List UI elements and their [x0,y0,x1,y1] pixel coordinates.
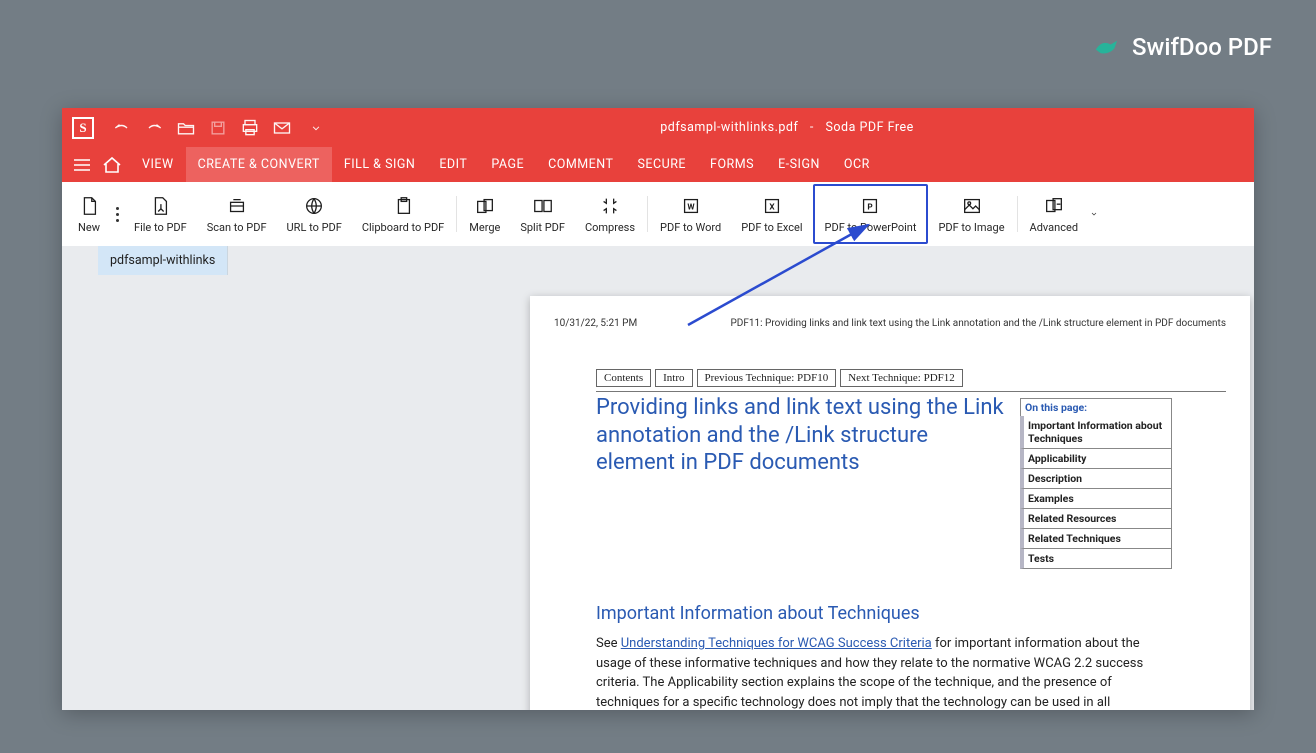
new-button[interactable]: New [68,184,110,244]
box-item[interactable]: Description [1020,469,1172,489]
document-tab[interactable]: pdfsampl-withlinks [98,246,228,275]
swifdoo-watermark: SwifDoo PDF [1092,32,1272,62]
ribbon-dropdown-icon[interactable] [1088,184,1100,244]
pdf-to-image-button[interactable]: PDF to Image [928,184,1014,244]
menu-secure[interactable]: SECURE [625,147,698,182]
doc-h2: Important Information about Techniques [596,603,1226,624]
undo-icon[interactable] [112,118,132,138]
box-item[interactable]: Related Techniques [1020,529,1172,549]
window-title: pdfsampl-withlinks.pdf - Soda PDF Free [330,120,1244,135]
box-item[interactable]: Related Resources [1020,509,1172,529]
advanced-button[interactable]: Advanced [1020,184,1088,244]
box-item[interactable]: Important Information about Techniques [1020,416,1172,449]
menu-create-convert[interactable]: CREATE & CONVERT [186,147,332,182]
menu-fill-sign[interactable]: FILL & SIGN [332,147,428,182]
menu-edit[interactable]: EDIT [427,147,479,182]
doc-paragraph: See Understanding Techniques for WCAG Su… [596,634,1156,710]
hamburger-icon[interactable] [70,153,94,177]
url-to-pdf-button[interactable]: URL to PDF [277,184,352,244]
open-icon[interactable] [176,118,196,138]
workspace: 10/31/22, 5:21 PM PDF11: Providing links… [62,275,1254,710]
menu-view[interactable]: VIEW [130,147,186,182]
tab-strip: pdfsampl-withlinks [62,246,1254,275]
menu-comment[interactable]: COMMENT [536,147,625,182]
print-icon[interactable] [240,118,260,138]
doc-header: PDF11: Providing links and link text usi… [730,318,1226,329]
clipboard-to-pdf-button[interactable]: Clipboard to PDF [352,184,454,244]
compress-button[interactable]: Compress [575,184,645,244]
doc-nav-row: Contents Intro Previous Technique: PDF10… [596,369,1226,387]
nav-next[interactable]: Next Technique: PDF12 [840,369,963,387]
pdf-to-word-button[interactable]: WPDF to Word [650,184,731,244]
doc-timestamp: 10/31/22, 5:21 PM [554,318,637,329]
menubar: VIEW CREATE & CONVERT FILL & SIGN EDIT P… [62,147,1254,182]
save-icon[interactable] [208,118,228,138]
titlebar-dropdown-icon[interactable] [304,118,324,138]
titlebar: S pdfsampl-withlinks.pdf - Soda PDF Free [62,108,1254,147]
home-icon[interactable] [100,153,124,177]
box-item[interactable]: Tests [1020,549,1172,569]
document-viewer[interactable]: 10/31/22, 5:21 PM PDF11: Providing links… [62,275,1254,710]
svg-text:P: P [868,202,873,212]
split-pdf-button[interactable]: Split PDF [510,184,575,244]
redo-icon[interactable] [144,118,164,138]
scan-to-pdf-button[interactable]: Scan to PDF [197,184,277,244]
ribbon-toolbar: New File to PDF Scan to PDF URL to PDF C… [62,182,1254,246]
box-item[interactable]: Examples [1020,489,1172,509]
menu-forms[interactable]: FORMS [698,147,766,182]
file-to-pdf-button[interactable]: File to PDF [124,184,197,244]
more-vert-icon[interactable] [110,184,124,244]
doc-title: Providing links and link text using the … [596,394,1006,477]
nav-prev[interactable]: Previous Technique: PDF10 [697,369,837,387]
swifdoo-logo-icon [1092,32,1122,62]
merge-button[interactable]: Merge [459,184,510,244]
pdf-to-excel-button[interactable]: XPDF to Excel [731,184,812,244]
on-this-page-box: On this page: Important Information abou… [1020,398,1172,569]
app-logo[interactable]: S [72,117,94,139]
doc-link[interactable]: Understanding Techniques for WCAG Succes… [621,636,932,651]
menu-page[interactable]: PAGE [479,147,536,182]
app-window: S pdfsampl-withlinks.pdf - Soda PDF Free… [62,108,1254,710]
pdf-to-powerpoint-button[interactable]: PPDF to PowerPoint [813,184,929,244]
watermark-text: SwifDoo PDF [1132,33,1272,61]
box-heading: On this page: [1020,398,1172,416]
box-item[interactable]: Applicability [1020,449,1172,469]
mail-icon[interactable] [272,118,292,138]
svg-text:W: W [687,202,695,212]
svg-text:X: X [769,202,775,212]
pdf-page: 10/31/22, 5:21 PM PDF11: Providing links… [530,296,1250,710]
nav-intro[interactable]: Intro [655,369,692,387]
menu-ocr[interactable]: OCR [832,147,882,182]
nav-contents[interactable]: Contents [596,369,651,387]
menu-esign[interactable]: E-SIGN [766,147,832,182]
